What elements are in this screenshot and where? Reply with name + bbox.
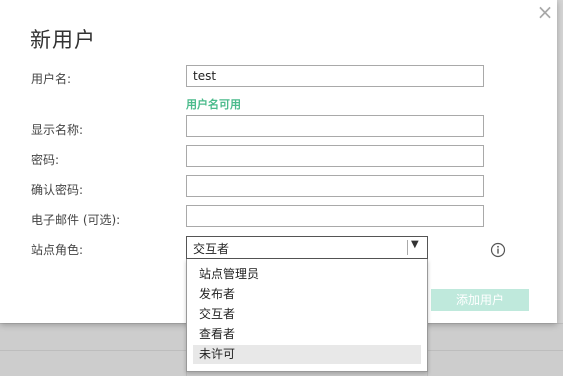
site-role-selected-value: 交互者 <box>193 242 230 256</box>
confirm-password-label: 确认密码: <box>31 183 84 197</box>
close-icon[interactable]: × <box>536 2 554 22</box>
username-label: 用户名: <box>31 72 72 86</box>
email-label: 电子邮件 (可选): <box>31 213 121 227</box>
role-option-interactor[interactable]: 交互者 <box>193 305 421 324</box>
role-option-viewer[interactable]: 查看者 <box>193 325 421 344</box>
site-role-select[interactable]: 交互者 ▼ <box>186 236 428 259</box>
select-divider <box>407 240 408 255</box>
password-label: 密码: <box>31 153 60 167</box>
add-user-button[interactable]: 添加用户 <box>431 289 529 311</box>
role-option-site-admin[interactable]: 站点管理员 <box>193 265 421 284</box>
site-role-dropdown-list: 站点管理员 发布者 交互者 查看者 未许可 <box>186 259 428 372</box>
role-option-publisher[interactable]: 发布者 <box>193 285 421 304</box>
info-icon[interactable] <box>490 242 506 258</box>
username-input[interactable] <box>186 65 484 87</box>
password-input[interactable] <box>186 145 484 167</box>
email-input[interactable] <box>186 205 484 227</box>
username-available-hint: 用户名可用 <box>186 98 241 111</box>
display-name-input[interactable] <box>186 115 484 137</box>
dropdown-arrow-icon[interactable]: ▼ <box>411 239 419 250</box>
confirm-password-input[interactable] <box>186 175 484 197</box>
role-option-unlicensed[interactable]: 未许可 <box>193 345 421 364</box>
display-name-label: 显示名称: <box>31 123 84 137</box>
site-role-label: 站点角色: <box>31 243 84 257</box>
dialog-title: 新用户 <box>30 28 96 52</box>
